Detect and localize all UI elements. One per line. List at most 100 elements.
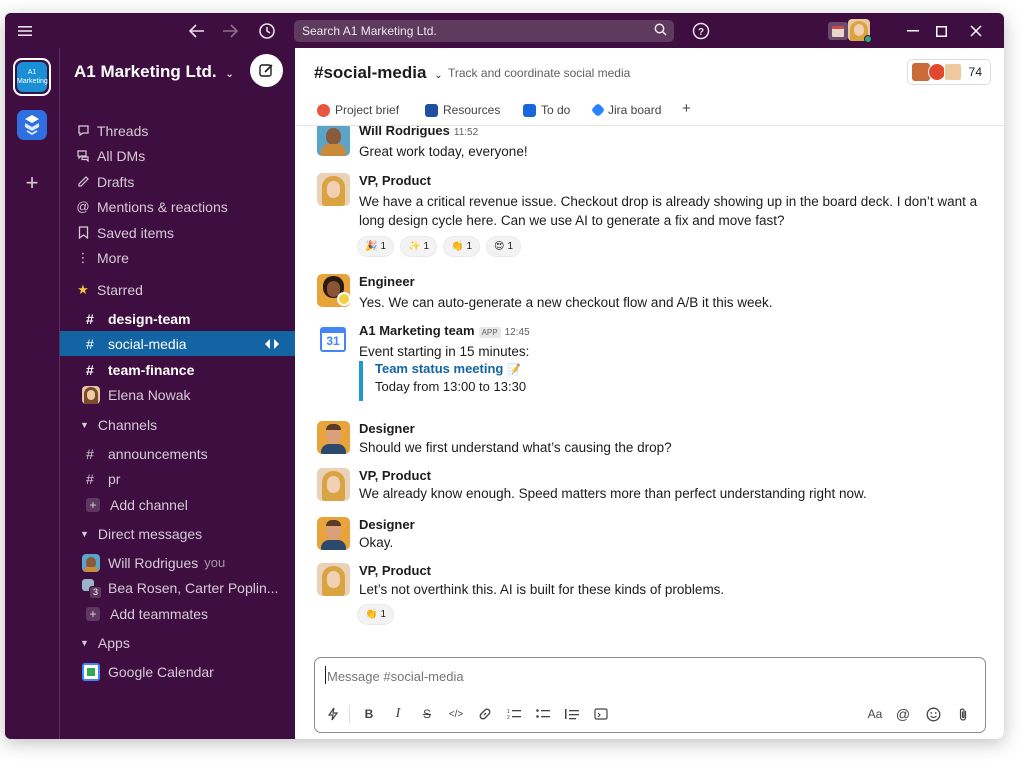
emoji-icon[interactable] (925, 706, 941, 722)
section-starred[interactable]: ★ Starred (60, 277, 296, 302)
message-author[interactable]: Designer (359, 517, 415, 532)
tab-project-brief[interactable]: Project brief (317, 103, 399, 117)
maximize-icon[interactable] (931, 21, 951, 41)
compose-icon (259, 64, 273, 77)
tab-jira-board[interactable]: Jira board (590, 102, 661, 118)
hash-icon: # (86, 310, 94, 327)
bold-icon[interactable]: B (361, 706, 377, 722)
avatar (944, 63, 962, 81)
minimize-icon[interactable] (903, 21, 923, 41)
main-panel: #social-media ⌄ Track and coordinate soc… (295, 48, 1004, 739)
sidebar-item-pr[interactable]: # pr (60, 466, 296, 491)
sidebar-item-google-calendar[interactable]: Google Calendar (60, 659, 296, 684)
message-author[interactable]: VP, Product (359, 563, 431, 578)
message-input[interactable] (327, 669, 927, 684)
message-text: Okay. (359, 535, 394, 550)
sidebar-item-more[interactable]: ⋮ More (60, 245, 296, 270)
tab-resources[interactable]: Resources (425, 103, 500, 117)
message-author[interactable]: A1 Marketing team APP 12:45 (359, 323, 530, 338)
threads-icon (76, 124, 90, 138)
sidebar-item-design-team[interactable]: # design-team (60, 306, 296, 331)
sidebar-item-social-media[interactable]: # social-media (60, 331, 296, 356)
reaction[interactable]: 😍 1 (486, 236, 522, 257)
sidebar-item-saved[interactable]: Saved items (60, 220, 296, 245)
channel-title[interactable]: #social-media ⌄ (314, 63, 443, 83)
attachment-icon[interactable] (955, 706, 971, 722)
event-title-link[interactable]: Team status meeting 📝 (375, 361, 526, 376)
message[interactable]: Will Rodrigues 11:52 Great work today, ev… (317, 126, 987, 163)
section-channels[interactable]: ▼ Channels (60, 412, 296, 437)
reaction-count: 1 (423, 241, 430, 252)
sidebar-item-label: team-finance (108, 361, 195, 378)
workspace-switcher-2[interactable] (17, 110, 47, 140)
add-tab-icon[interactable]: + (682, 100, 691, 117)
members-button[interactable]: 74 (907, 59, 991, 85)
user-avatar[interactable] (828, 19, 872, 43)
history-icon[interactable] (257, 21, 277, 41)
message[interactable]: Designer Okay. (317, 517, 987, 557)
reaction[interactable]: 👏 1 (443, 236, 481, 257)
message[interactable]: Designer Should we first understand what… (317, 421, 987, 461)
avatar (82, 553, 100, 572)
section-direct-messages[interactable]: ▼ Direct messages (60, 521, 296, 546)
sidebar-item-label: Add teammates (110, 605, 209, 622)
bulleted-list-icon[interactable] (535, 706, 551, 722)
numbered-list-icon[interactable]: 12 (506, 706, 522, 722)
sidebar-item-mentions[interactable]: @ Mentions & reactions (60, 194, 296, 219)
sidebar-item-announcements[interactable]: # announcements (60, 441, 296, 466)
sidebar-item-elena-nowak[interactable]: Elena Nowak (60, 382, 296, 407)
strikethrough-icon[interactable]: S (419, 706, 435, 722)
message-author[interactable]: Designer (359, 421, 415, 436)
code-icon[interactable]: </> (448, 706, 464, 722)
code-block-icon[interactable] (593, 706, 609, 722)
reaction-count: 1 (380, 609, 387, 620)
member-count: 74 (968, 65, 982, 79)
plus-icon: + (86, 606, 100, 621)
add-teammates-button[interactable]: + Add teammates (60, 601, 296, 626)
back-arrow-icon[interactable] (187, 21, 207, 41)
avatar (317, 563, 350, 596)
italic-icon[interactable]: I (390, 706, 406, 722)
help-icon[interactable]: ? (691, 21, 711, 41)
sidebar-item-will-rodrigues[interactable]: Will Rodrigues you (60, 550, 296, 575)
tab-to-do[interactable]: To do (523, 103, 570, 117)
add-channel-button[interactable]: + Add channel (60, 492, 296, 517)
message[interactable]: 31 A1 Marketing team APP 12:45 Event start… (317, 323, 987, 408)
search-input[interactable]: Search A1 Marketing Ltd. (294, 20, 674, 42)
message-author[interactable]: VP, Product (359, 173, 431, 188)
reaction[interactable]: 🎉 1 (357, 236, 395, 257)
add-workspace-icon[interactable]: + (17, 168, 47, 198)
shortcuts-icon[interactable] (325, 706, 341, 722)
formatting-toggle-button[interactable]: Aa (863, 706, 887, 722)
sidebar-item-team-finance[interactable]: # team-finance (60, 357, 296, 382)
sidebar-item-group-dm[interactable]: 3 Bea Rosen, Carter Poplin... (60, 575, 296, 600)
message-author[interactable]: Engineer (359, 274, 415, 289)
link-icon[interactable] (477, 706, 493, 722)
mention-icon[interactable]: @ (895, 706, 911, 722)
message[interactable]: Engineer Yes. We can auto-generate a new… (317, 274, 987, 314)
menu-icon[interactable] (15, 21, 35, 41)
message[interactable]: VP, Product We already know enough. Spee… (317, 468, 987, 508)
reaction-count: 1 (466, 241, 473, 252)
presence-dot (864, 35, 872, 43)
message[interactable]: VP, Product We have a critical revenue i… (317, 173, 987, 263)
message-author[interactable]: VP, Product (359, 468, 431, 483)
close-icon[interactable] (966, 21, 986, 41)
forward-arrow-icon[interactable] (220, 21, 240, 41)
chevron-down-icon: ⌄ (434, 70, 443, 81)
reaction[interactable]: ✨ 1 (400, 236, 438, 257)
message-author[interactable]: Will Rodrigues 11:52 (359, 126, 478, 138)
blockquote-icon[interactable] (564, 706, 580, 722)
message-text: Yes. We can auto-generate a new checkout… (359, 295, 773, 310)
avatar (317, 421, 350, 454)
message[interactable]: VP, Product Let’s not overthink this. AI… (317, 563, 987, 643)
group-avatar: 3 (82, 578, 102, 599)
reaction[interactable]: 👏 1 (357, 604, 395, 625)
workspace-name[interactable]: A1 Marketing Ltd. ⌄ (74, 62, 234, 82)
sidebar-item-all-dms[interactable]: All DMs (60, 143, 296, 168)
sidebar-item-threads[interactable]: Threads (60, 118, 296, 143)
workspace-switcher-a1[interactable]: A1 Marketing (13, 58, 51, 96)
sidebar-item-drafts[interactable]: Drafts (60, 169, 296, 194)
compose-button[interactable] (250, 54, 283, 87)
section-apps[interactable]: ▼ Apps (60, 630, 296, 655)
